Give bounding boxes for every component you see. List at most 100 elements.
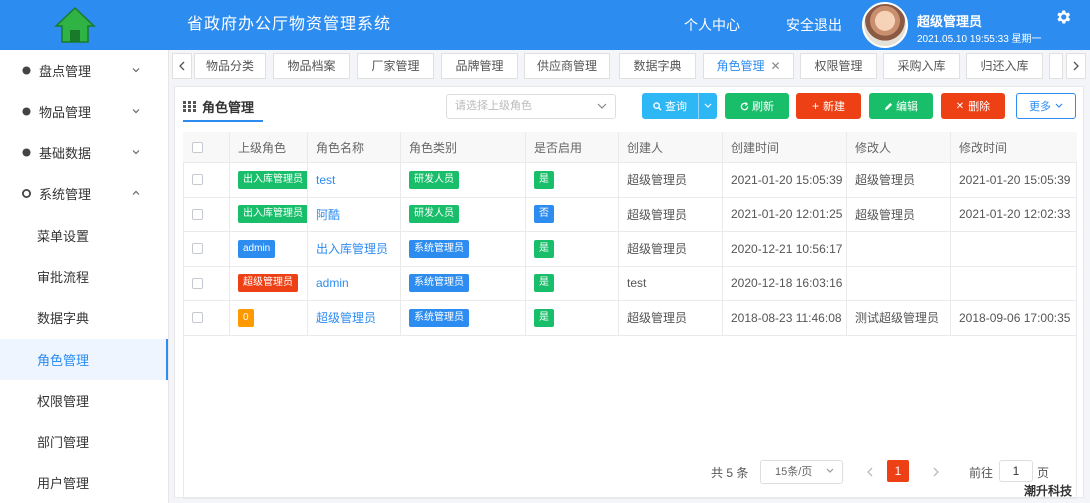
tab-data-dictionary[interactable]: 数据字典 [619,53,696,79]
tab-purchase-in[interactable]: 采购入库 [883,53,960,79]
prev-page-icon[interactable] [863,464,877,480]
panel-title: 角色管理 [183,92,263,122]
panel-title-text: 角色管理 [202,99,255,115]
sidebar-group-inventory[interactable]: 盘点管理 [0,50,168,91]
parent-role-select[interactable]: 请选择上级角色 [446,94,616,119]
close-icon[interactable]: ✕ [770,59,780,73]
sidebar-item-data-dictionary[interactable]: 数据字典 [0,297,168,338]
table-cell: 出入库管理员 [308,232,401,266]
chevron-down-icon [597,103,607,109]
table-cell [951,232,1077,266]
sidebar-item-permission-management[interactable]: 权限管理 [0,380,168,421]
col-role-type[interactable]: 角色类别 [401,132,526,162]
role-name-link[interactable]: 阿酷 [316,206,340,223]
table-cell: 是 [526,266,619,300]
row-checkbox[interactable] [192,312,203,324]
table-cell: 出入库管理员 [230,163,308,197]
goto-page-input[interactable]: 1 [999,460,1033,482]
table-cell: 0 [230,301,308,335]
sidebar-group-items[interactable]: 物品管理 [0,91,168,132]
modified-time-text: 2018-09-06 17:00:35 [959,310,1071,325]
gear-icon[interactable] [1054,8,1072,26]
top-header: 省政府办公厅物资管理系统 个人中心 安全退出 超级管理员 2021.05.10 … [0,0,1090,50]
table-row[interactable]: 出入库管理员 阿酷 研发人员 否 超级管理员 2021-01-20 12:01:25 超级管… [183,197,1077,232]
col-parent-role[interactable]: 上级角色 [230,132,308,162]
table-cell: test [619,266,723,300]
table-cell [183,197,230,231]
watermark: 潮升科技 [1024,484,1073,498]
sidebar-item-user-management[interactable]: 用户管理 [0,462,168,503]
sidebar-group-system[interactable]: 系统管理 [0,173,168,214]
select-all-checkbox[interactable] [192,141,203,153]
chevron-down-icon [132,150,140,155]
table-cell [183,232,230,266]
col-creator[interactable]: 创建人 [619,132,723,162]
tab-scroll-right-icon[interactable] [1066,53,1086,79]
table-cell: 2021-01-20 15:05:39 [723,163,847,197]
delete-label: 删除 [968,101,991,113]
plus-icon: + [811,99,819,113]
sidebar-group-basic-data[interactable]: 基础数据 [0,132,168,173]
sidebar-item-department-management[interactable]: 部门管理 [0,421,168,462]
col-enabled[interactable]: 是否启用 [526,132,619,162]
col-modifier[interactable]: 修改人 [847,132,951,162]
sidebar-item-approval-flow[interactable]: 审批流程 [0,256,168,297]
edit-button[interactable]: 编辑 [869,93,933,119]
table-cell: 超级管理员 [230,266,308,300]
col-role-name[interactable]: 角色名称 [308,132,401,162]
parent-role-tag: admin [238,239,276,258]
table-cell: 研发人员 [401,197,526,231]
row-checkbox[interactable] [192,277,203,289]
role-name-link[interactable]: test [316,173,335,187]
gear-icon [22,107,31,116]
table-row[interactable]: 出入库管理员 test 研发人员 是 超级管理员 2021-01-20 15:05:39 超… [183,163,1077,198]
tab-role-management[interactable]: 角色管理 ✕ [703,53,794,79]
tab-scroll-left-icon[interactable] [172,53,192,79]
row-checkbox[interactable] [192,243,203,255]
col-created-time[interactable]: 创建时间 [723,132,847,162]
nav-personal-center[interactable]: 个人中心 [684,0,740,50]
table-row[interactable]: 0 超级管理员 系统管理员 是 超级管理员 2018-08-23 11:46:08 测试超级… [183,301,1077,336]
tab-overflow[interactable] [1049,53,1063,79]
tab-brand[interactable]: 品牌管理 [441,53,518,79]
nav-logout[interactable]: 安全退出 [786,0,842,50]
tab-item-archive[interactable]: 物品档案 [273,53,350,79]
col-modified-time[interactable]: 修改时间 [951,132,1077,162]
gear-icon [22,189,31,198]
refresh-button[interactable]: 刷新 [725,93,789,119]
tab-return-in[interactable]: 归还入库 [966,53,1043,79]
tab-supplier[interactable]: 供应商管理 [524,53,610,79]
role-name-link[interactable]: 超级管理员 [316,309,376,326]
row-checkbox[interactable] [192,174,203,186]
page-number-current[interactable]: 1 [887,460,909,482]
modifier-text: 超级管理员 [855,173,916,188]
table-row[interactable]: 超级管理员 admin 系统管理员 是 test 2020-12-18 16:03:16 [183,266,1077,301]
more-button[interactable]: 更多 [1016,93,1076,119]
add-button[interactable]: + 新建 [796,93,861,119]
gear-icon [22,148,31,157]
query-dropdown-button[interactable] [698,93,717,119]
role-type-tag: 研发人员 [409,205,459,224]
page-size-select[interactable]: 15条/页 [760,460,843,484]
query-button[interactable]: 查询 [642,93,698,119]
table-cell [951,267,1077,301]
table-cell: 测试超级管理员 [847,301,951,335]
table-row[interactable]: admin 出入库管理员 系统管理员 是 超级管理员 2020-12-21 10:56:1… [183,232,1077,267]
role-name-link[interactable]: 出入库管理员 [316,240,388,257]
table-cell: 超级管理员 [619,301,723,335]
row-checkbox[interactable] [192,208,203,220]
sidebar-item-role-management[interactable]: 角色管理 [0,339,168,380]
table-cell [847,266,951,300]
tab-item-category[interactable]: 物品分类 [194,53,266,79]
role-name-link[interactable]: admin [316,276,349,290]
sidebar-item-menu-settings[interactable]: 菜单设置 [0,215,168,256]
pager-total: 共 5 条 [711,466,749,480]
search-icon [653,101,662,111]
tab-manufacturer[interactable]: 厂家管理 [357,53,434,79]
user-datetime: 2021.05.10 19:55:33 星期一 [917,34,1042,45]
avatar[interactable] [862,2,908,48]
home-logo-icon[interactable] [0,0,150,50]
next-page-icon[interactable] [929,464,943,480]
delete-button[interactable]: ✕ 删除 [941,93,1005,119]
tab-permission[interactable]: 权限管理 [800,53,877,79]
